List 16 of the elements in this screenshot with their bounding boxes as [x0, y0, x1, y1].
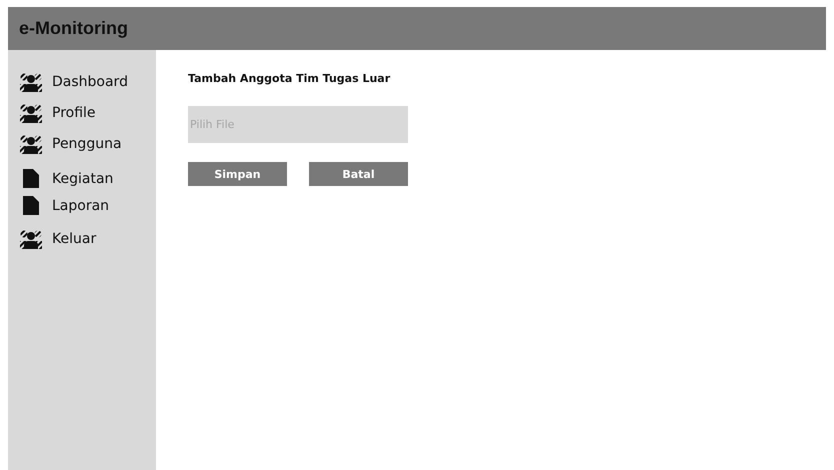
people-icon	[20, 132, 42, 154]
form-title: Tambah Anggota Tim Tugas Luar	[188, 72, 392, 86]
people-icon	[20, 70, 42, 92]
sidebar-item[interactable]: Laporan	[8, 192, 156, 219]
sidebar-item[interactable]: Keluar	[8, 223, 156, 254]
document-icon	[23, 169, 39, 188]
sidebar-item[interactable]: Pengguna	[8, 128, 156, 159]
people-icon	[20, 102, 42, 124]
people-icon	[20, 228, 42, 250]
app-title: e-Monitoring	[19, 18, 128, 39]
action-button[interactable]: Simpan	[188, 162, 287, 186]
sidebar-item[interactable]: Kegiatan	[8, 165, 156, 192]
document-icon	[23, 196, 39, 215]
action-button[interactable]: Batal	[309, 162, 408, 186]
sidebar-item[interactable]: Dashboard	[8, 66, 156, 97]
sidebar-item[interactable]: Profile	[8, 97, 156, 128]
